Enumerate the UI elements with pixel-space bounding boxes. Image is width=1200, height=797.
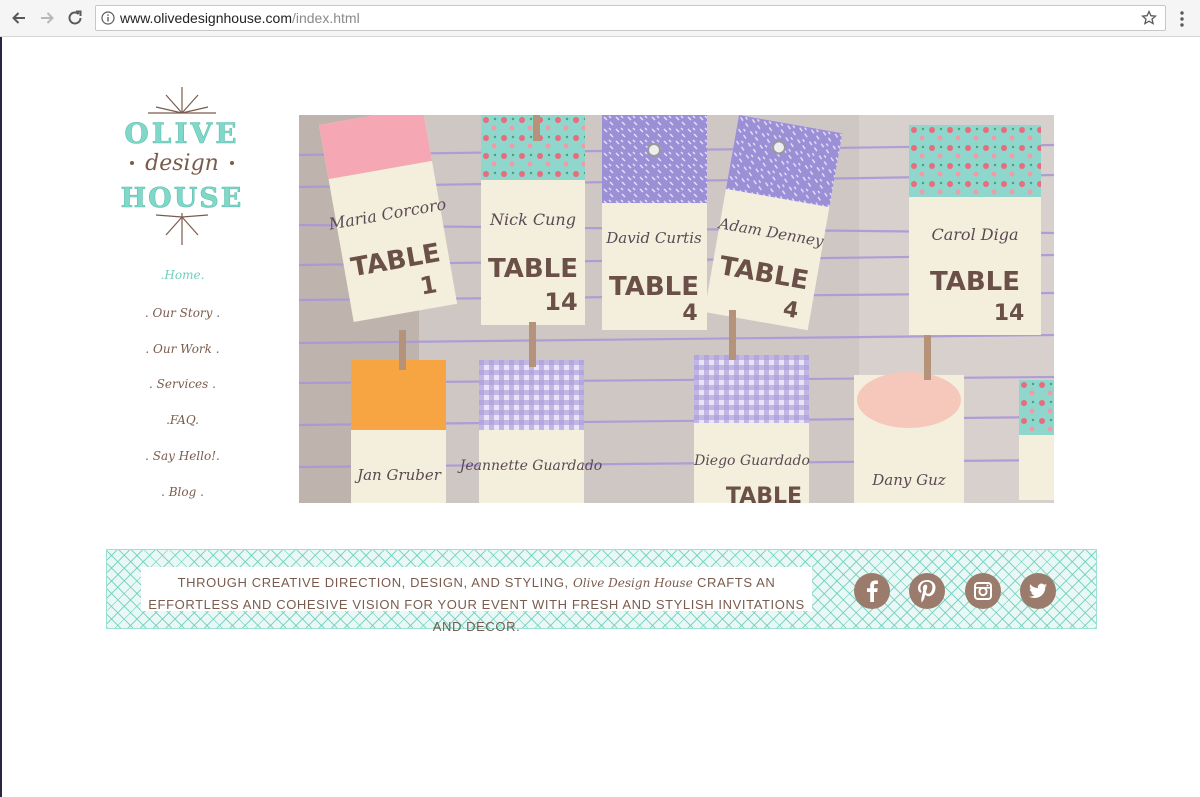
tag-name: Nick Cung xyxy=(489,210,576,229)
url-text: www.olivedesignhouse.com/index.html xyxy=(120,10,360,26)
tag-number: 14 xyxy=(994,301,1025,326)
logo-design: design xyxy=(145,151,219,176)
tag-table: TABLE xyxy=(609,272,699,302)
starburst-top-icon xyxy=(148,87,216,114)
tag-name: Carol Diga xyxy=(932,225,1019,244)
tag-name: David Curtis xyxy=(605,229,702,247)
info-icon xyxy=(101,11,115,25)
pinterest-button[interactable] xyxy=(909,573,945,609)
tag-name: Diego Guardado xyxy=(693,453,810,469)
tag-number: 14 xyxy=(544,288,577,316)
hero-image: Maria Corcoro TABLE 1 Nick Cung TABLE 14… xyxy=(299,115,1054,503)
window-edge xyxy=(0,37,2,797)
tag-table: TABLE xyxy=(726,484,802,503)
tagline-banner: Through creative direction, design, and … xyxy=(106,549,1097,634)
logo-olive: OLIVE xyxy=(124,117,239,150)
logo-house: HOUSE xyxy=(121,183,244,214)
tag-name: Jeannette Guardado xyxy=(457,458,603,474)
tagline-brand: Olive Design House xyxy=(572,576,693,590)
nav-home[interactable]: .Home. xyxy=(120,268,245,282)
arrow-left-icon xyxy=(12,12,25,24)
twitter-button[interactable] xyxy=(1020,573,1056,609)
tagline-part-1: Through creative direction, design, and … xyxy=(177,575,573,590)
twitter-icon xyxy=(1029,583,1047,599)
menu-kebab-icon[interactable] xyxy=(1175,9,1189,29)
instagram-icon xyxy=(974,582,992,600)
reload-icon xyxy=(68,10,82,25)
nav-our-work[interactable]: . Our Work . xyxy=(120,342,245,356)
nav-our-story[interactable]: . Our Story . xyxy=(120,306,245,320)
back-button[interactable] xyxy=(8,7,30,29)
nav-say-hello[interactable]: . Say Hello!. xyxy=(120,449,245,463)
bookmark-star-icon[interactable] xyxy=(1141,10,1157,26)
arrow-right-icon xyxy=(41,12,54,24)
nav-blog[interactable]: . Blog . xyxy=(120,485,245,499)
facebook-icon xyxy=(867,580,878,602)
forward-button[interactable] xyxy=(36,7,58,29)
tagline-box: Through creative direction, design, and … xyxy=(141,567,812,634)
tagline-text: Through creative direction, design, and … xyxy=(141,572,812,638)
starburst-bottom-icon xyxy=(155,213,209,245)
tag-number: 4 xyxy=(682,301,697,326)
instagram-button[interactable] xyxy=(965,573,1001,609)
tag-name: Dany Guz xyxy=(871,471,946,489)
nav-services[interactable]: . Services . xyxy=(120,377,245,391)
address-bar[interactable]: www.olivedesignhouse.com/index.html xyxy=(95,5,1166,31)
site-logo[interactable]: OLIVE design HOUSE xyxy=(118,85,246,247)
pinterest-icon xyxy=(918,580,936,603)
facebook-button[interactable] xyxy=(854,573,890,609)
tag-name: Jan Gruber xyxy=(354,466,442,484)
url-domain: www.olivedesignhouse.com xyxy=(120,10,292,26)
nav-faq[interactable]: .FAQ. xyxy=(120,413,245,427)
browser-toolbar: www.olivedesignhouse.com/index.html xyxy=(0,0,1200,37)
reload-button[interactable] xyxy=(64,7,86,29)
tag-table: TABLE xyxy=(488,254,578,284)
tag-table: TABLE xyxy=(930,267,1020,297)
url-path: /index.html xyxy=(291,10,360,26)
